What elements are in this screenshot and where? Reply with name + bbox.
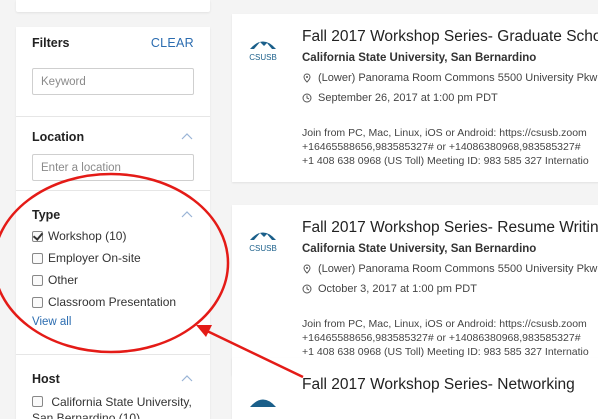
event-location: (Lower) Panorama Room Commons 5500 Unive… <box>302 263 597 275</box>
sidebar-top-card <box>16 0 210 12</box>
filters-section: Filters CLEAR <box>16 27 210 117</box>
chevron-up-icon[interactable] <box>180 130 194 144</box>
location-title: Location <box>32 130 85 144</box>
type-option-workshop[interactable]: Workshop (10) <box>32 228 194 244</box>
clock-icon <box>302 284 312 294</box>
checkbox-icon[interactable] <box>32 230 43 242</box>
event-organizer: California State University, San Bernard… <box>302 243 537 255</box>
filters-panel: Filters CLEAR Location Type Workshop (10… <box>16 27 210 419</box>
event-card[interactable]: Fall 2017 Workshop Series- Networking <box>232 358 598 419</box>
csusb-logo-icon: CSUSB <box>249 41 277 62</box>
chevron-up-icon[interactable] <box>180 372 194 386</box>
type-option-label: Employer On-site <box>48 251 141 265</box>
event-card[interactable]: CSUSB Fall 2017 Workshop Series- Graduat… <box>232 14 598 182</box>
chevron-up-icon[interactable] <box>180 208 194 222</box>
location-input[interactable] <box>32 154 194 181</box>
svg-text:CSUSB: CSUSB <box>249 53 277 62</box>
map-pin-icon <box>303 73 311 83</box>
event-location: (Lower) Panorama Room Commons 5500 Unive… <box>302 72 597 84</box>
event-description: Join from PC, Mac, Linux, iOS or Android… <box>302 127 589 167</box>
event-date: September 26, 2017 at 1:00 pm PDT <box>302 92 498 104</box>
event-description: Join from PC, Mac, Linux, iOS or Android… <box>302 318 589 358</box>
location-section: Location <box>16 117 210 191</box>
checkbox-icon[interactable] <box>32 252 43 264</box>
type-option-employer-onsite[interactable]: Employer On-site <box>32 250 194 266</box>
filters-title: Filters <box>32 36 70 50</box>
clear-button[interactable]: CLEAR <box>151 36 194 50</box>
event-title[interactable]: Fall 2017 Workshop Series- Networking <box>302 376 575 394</box>
keyword-input[interactable] <box>32 68 194 95</box>
sidebar: Filters CLEAR Location Type Workshop (10… <box>16 0 210 419</box>
clock-icon <box>302 93 312 103</box>
svg-text:CSUSB: CSUSB <box>249 244 277 253</box>
type-option-label: Workshop (10) <box>48 229 127 243</box>
checkbox-icon[interactable] <box>32 274 43 286</box>
type-option-classroom[interactable]: Classroom Presentation <box>32 294 194 310</box>
type-section: Type Workshop (10) Employer On-site Othe… <box>16 191 210 355</box>
host-option-csusb[interactable]: California State University, San Bernard… <box>32 394 194 419</box>
host-title: Host <box>32 372 60 386</box>
host-section: Host California State University, San Be… <box>16 355 210 419</box>
type-option-label: Classroom Presentation <box>48 295 177 309</box>
event-date: October 3, 2017 at 1:00 pm PDT <box>302 283 477 295</box>
host-option-label: California State University, San Bernard… <box>32 395 192 419</box>
event-title[interactable]: Fall 2017 Workshop Series- Graduate Scho… <box>302 28 598 46</box>
event-title[interactable]: Fall 2017 Workshop Series- Resume Writin… <box>302 219 598 237</box>
type-option-label: Other <box>48 273 79 287</box>
event-card[interactable]: CSUSB Fall 2017 Workshop Series- Resume … <box>232 205 598 375</box>
checkbox-icon[interactable] <box>32 396 43 407</box>
csusb-logo-icon: CSUSB <box>249 232 277 253</box>
view-all-link[interactable]: View all <box>32 316 71 328</box>
map-pin-icon <box>303 264 311 274</box>
checkbox-icon[interactable] <box>32 296 43 308</box>
type-option-other[interactable]: Other <box>32 272 194 288</box>
csusb-logo-icon <box>250 399 276 407</box>
type-title: Type <box>32 208 61 222</box>
event-organizer: California State University, San Bernard… <box>302 52 537 64</box>
